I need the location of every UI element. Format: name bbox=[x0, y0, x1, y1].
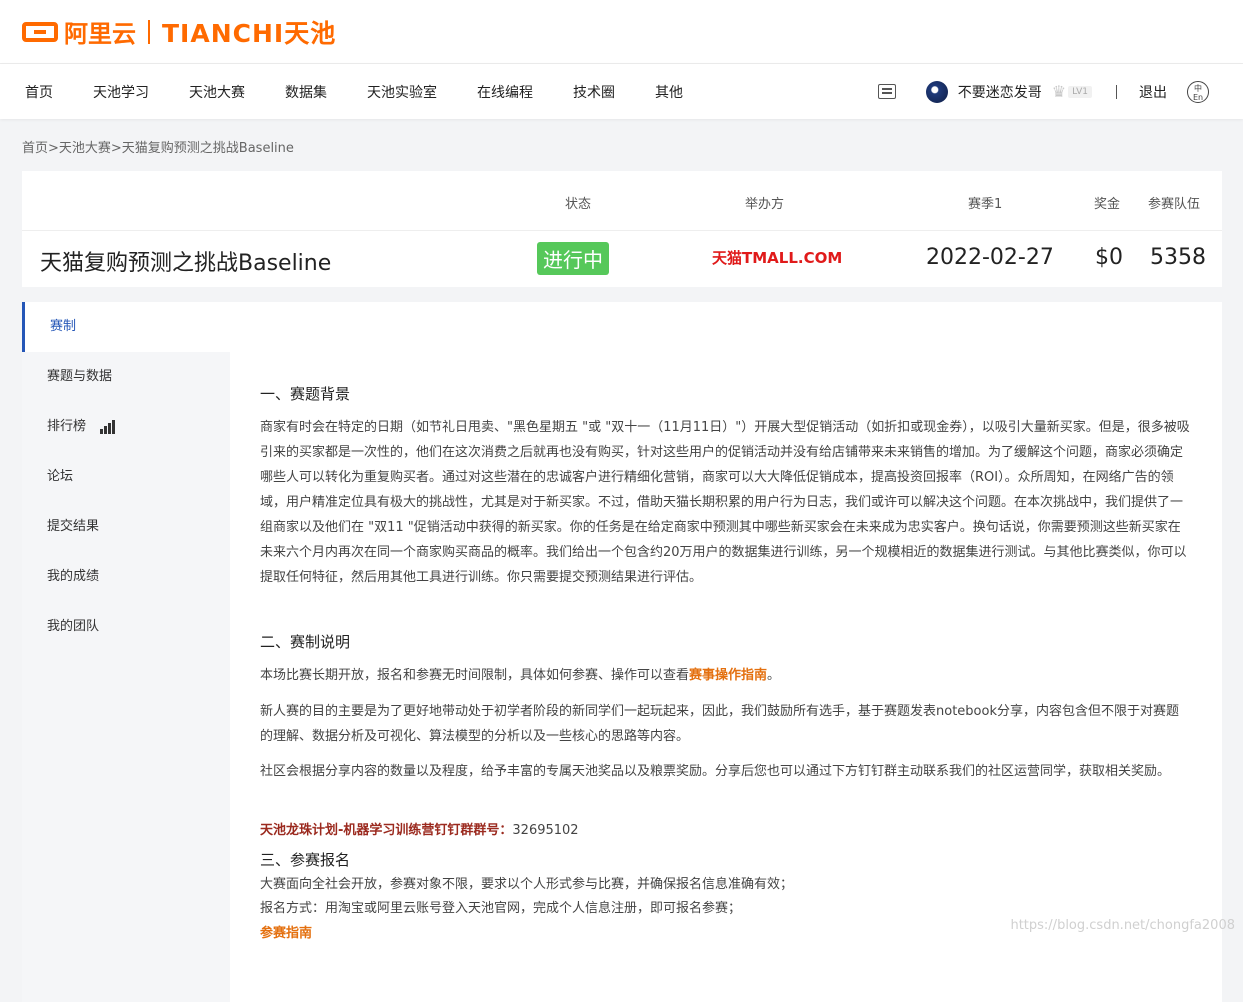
organizer-header: 举办方 bbox=[745, 193, 784, 212]
watermark: https://blog.csdn.net/chongfa2008 bbox=[1010, 918, 1235, 933]
nav-item-other[interactable]: 其他 bbox=[655, 82, 683, 102]
top-header: 阿里云 TIANCHI天池 bbox=[0, 0, 1243, 64]
section-title-registration: 三、参赛报名 bbox=[260, 849, 350, 870]
aliyun-logo[interactable]: 阿里云 TIANCHI天池 bbox=[22, 17, 336, 47]
nav-user-area: 不要迷恋发哥 ♛ LV1 退出 中En bbox=[878, 81, 1243, 103]
username[interactable]: 不要迷恋发哥 bbox=[958, 82, 1042, 102]
status-badge: 进行中 bbox=[537, 242, 609, 275]
nav-item-lab[interactable]: 天池实验室 bbox=[367, 82, 437, 102]
section-body-rules-2: 新人赛的目的主要是为了更好地带动处于初学者阶段的新同学们一起玩起来，因此，我们鼓… bbox=[260, 699, 1190, 749]
rules-text: 本场比赛长期开放，报名和参赛无时间限制，具体如何参赛、操作可以查看 bbox=[260, 668, 689, 683]
main-nav: 首页 天池学习 天池大赛 数据集 天池实验室 在线编程 技术圈 其他 不要迷恋发… bbox=[0, 64, 1243, 119]
tmall-logo: 天猫TMALL.COM bbox=[712, 247, 842, 268]
main-panel: 赛制 赛题与数据 排行榜 论坛 提交结果 我的成绩 我的团队 一、赛题背景 商家… bbox=[22, 302, 1222, 1002]
language-switch-icon[interactable]: 中En bbox=[1187, 81, 1209, 103]
competition-header-labels: 状态 举办方 赛季1 奖金 参赛队伍 bbox=[22, 171, 1222, 231]
sidebar-item-submit[interactable]: 提交结果 bbox=[22, 502, 230, 552]
nav-item-competitions[interactable]: 天池大赛 bbox=[189, 82, 245, 102]
sidebar-item-label: 论坛 bbox=[47, 469, 73, 484]
sidebar-item-label: 赛题与数据 bbox=[47, 369, 112, 384]
nav-item-datasets[interactable]: 数据集 bbox=[285, 82, 327, 102]
rules-text-end: 。 bbox=[767, 668, 780, 683]
sidebar-item-forum[interactable]: 论坛 bbox=[22, 452, 230, 502]
sidebar-item-label: 我的团队 bbox=[47, 619, 99, 634]
sidebar-item-label: 排行榜 bbox=[47, 419, 86, 434]
level-badge: LV1 bbox=[1068, 86, 1092, 98]
sidebar-item-my-scores[interactable]: 我的成绩 bbox=[22, 552, 230, 602]
tianchi-logo-text: TIANCHI天池 bbox=[162, 14, 336, 50]
nav-item-learning[interactable]: 天池学习 bbox=[93, 82, 149, 102]
sidebar-item-problem-data[interactable]: 赛题与数据 bbox=[22, 352, 230, 402]
section-body-background: 商家有时会在特定的日期（如节礼日甩卖、"黑色星期五 "或 "双十一（11月11日… bbox=[260, 415, 1190, 590]
sidebar-item-rules[interactable]: 赛制 bbox=[22, 302, 230, 352]
operation-guide-link[interactable]: 赛事操作指南 bbox=[689, 668, 767, 683]
competition-title: 天猫复购预测之挑战Baseline bbox=[40, 245, 331, 277]
registration-text-1: 大赛面向全社会开放，参赛对象不限，要求以个人形式参与比赛，并确保报名信息准确有效… bbox=[260, 872, 1190, 897]
section-title-rules: 二、赛制说明 bbox=[260, 631, 350, 652]
sidebar-item-leaderboard[interactable]: 排行榜 bbox=[22, 402, 230, 452]
prize-header: 奖金 bbox=[1094, 193, 1120, 212]
teams-header: 参赛队伍 bbox=[1148, 193, 1200, 212]
prize-value: $0 bbox=[1095, 245, 1123, 270]
logo-divider bbox=[148, 20, 150, 44]
leaderboard-bar-icon bbox=[100, 420, 116, 434]
section-body-rules-3: 社区会根据分享内容的数量以及程度，给予丰富的专属天池奖品以及粮票奖励。分享后您也… bbox=[260, 759, 1190, 784]
logout-link[interactable]: 退出 bbox=[1139, 82, 1167, 102]
sidebar-item-label: 提交结果 bbox=[47, 519, 99, 534]
aliyun-logo-text: 阿里云 bbox=[64, 14, 136, 49]
sidebar-item-label: 我的成绩 bbox=[47, 569, 99, 584]
status-header: 状态 bbox=[565, 193, 591, 212]
competition-header-values: 天猫复购预测之挑战Baseline 进行中 天猫TMALL.COM 2022-0… bbox=[22, 231, 1222, 287]
nav-item-tech-circle[interactable]: 技术圈 bbox=[573, 82, 615, 102]
season-header: 赛季1 bbox=[968, 193, 1002, 212]
nav-item-coding[interactable]: 在线编程 bbox=[477, 82, 533, 102]
avatar[interactable] bbox=[926, 81, 948, 103]
nav-item-home[interactable]: 首页 bbox=[25, 82, 53, 102]
dingtalk-group-label: 天池龙珠计划-机器学习训练营钉钉群群号： bbox=[260, 823, 512, 838]
dingtalk-group-number: 32695102 bbox=[512, 823, 578, 838]
section-title-background: 一、赛题背景 bbox=[260, 383, 350, 404]
breadcrumb[interactable]: 首页>天池大赛>天猫复购预测之挑战Baseline bbox=[22, 137, 294, 156]
aliyun-logo-icon bbox=[22, 22, 58, 42]
sidebar-item-label: 赛制 bbox=[50, 319, 76, 334]
sidebar-item-my-team[interactable]: 我的团队 bbox=[22, 602, 230, 652]
teams-count: 5358 bbox=[1150, 245, 1206, 270]
dingtalk-group: 天池龙珠计划-机器学习训练营钉钉群群号：32695102 bbox=[260, 818, 579, 843]
section-body-rules-1: 本场比赛长期开放，报名和参赛无时间限制，具体如何参赛、操作可以查看赛事操作指南。 bbox=[260, 663, 1190, 688]
crown-icon: ♛ bbox=[1052, 82, 1066, 101]
sidebar: 赛制 赛题与数据 排行榜 论坛 提交结果 我的成绩 我的团队 bbox=[22, 302, 230, 1002]
nav-divider bbox=[1116, 85, 1117, 99]
competition-header: 状态 举办方 赛季1 奖金 参赛队伍 天猫复购预测之挑战Baseline 进行中… bbox=[22, 171, 1222, 287]
season-date: 2022-02-27 bbox=[926, 245, 1054, 270]
message-icon[interactable] bbox=[878, 84, 896, 99]
participation-guide-link[interactable]: 参赛指南 bbox=[260, 921, 312, 946]
